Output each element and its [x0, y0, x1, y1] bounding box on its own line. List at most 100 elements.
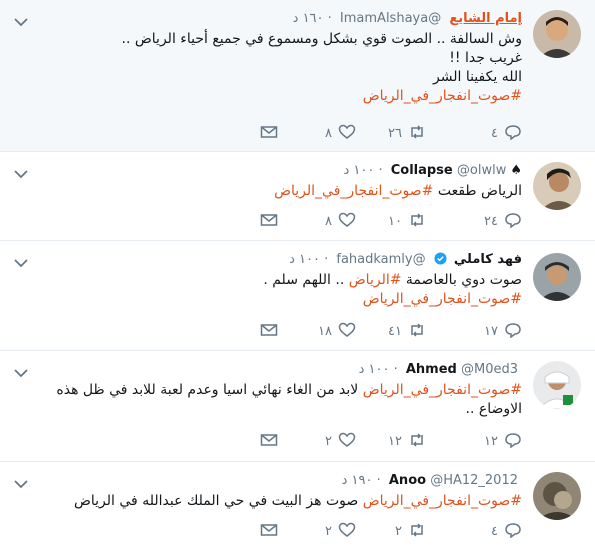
retweet-count: ٤١	[388, 324, 402, 339]
retweet-button[interactable]: ١٠	[388, 212, 426, 232]
like-count: ١٨	[318, 324, 332, 339]
tweet-text: الرياض طقعت #صوت_انفجار_في_الرياض	[274, 183, 522, 199]
retweet-count: ٢	[395, 524, 402, 539]
retweet-count: ١٠	[388, 214, 402, 229]
reply-button[interactable]: ١٢	[484, 432, 522, 452]
avatar[interactable]	[533, 10, 581, 58]
tweet-actions: ١٢ ١٢ ٢	[0, 432, 522, 452]
like-button[interactable]: ٨	[325, 124, 356, 144]
tweet-2[interactable]: ♠Collapse @olwlw · ١٠٠ د الرياض طقعت #صو…	[0, 152, 595, 241]
retweet-button[interactable]: ١٢	[388, 432, 426, 452]
avatar[interactable]	[533, 472, 581, 520]
retweet-count: ١٢	[388, 434, 402, 449]
retweet-button[interactable]: ٤١	[388, 322, 426, 342]
author-handle[interactable]: @HA12_2012	[430, 473, 518, 488]
like-button[interactable]: ٢	[325, 522, 356, 542]
chevron-down-icon[interactable]	[14, 474, 28, 489]
timestamp[interactable]: · ١٩٠ د	[342, 473, 381, 488]
avatar[interactable]	[533, 162, 581, 210]
reply-icon	[505, 323, 521, 339]
chevron-down-icon[interactable]	[14, 363, 28, 378]
spade-icon: ♠	[510, 163, 522, 178]
author-handle[interactable]: @fahadkamly	[336, 252, 425, 267]
reply-button[interactable]: ٢٤	[484, 212, 522, 232]
tweet-1[interactable]: إمام الشايع @ImamAlshaya · ١٦٠ د وش السا…	[0, 0, 595, 152]
author-name[interactable]: فهد كاملي	[454, 252, 522, 267]
direct-message-button[interactable]	[260, 432, 278, 452]
reply-icon	[505, 125, 521, 141]
tweet-text: #صوت_انفجار_في_الرياض لابد من الغاء نهائ…	[56, 382, 522, 417]
author-name[interactable]: Ahmed	[406, 362, 457, 377]
timestamp[interactable]: · ١٠٠ د	[343, 163, 382, 178]
retweet-icon	[411, 125, 423, 139]
tweet-text: وش السالفة .. الصوت قوي بشكل ومسموع في ج…	[121, 31, 522, 104]
reply-button[interactable]: ١٧	[484, 322, 522, 342]
direct-message-button[interactable]	[260, 124, 278, 144]
hashtag-link[interactable]: #صوت_انفجار_في_الرياض	[363, 291, 522, 307]
tweet-4[interactable]: Ahmed @M0ed3 · ١٠٠ د #صوت_انفجار_في_الري…	[0, 351, 595, 462]
like-count: ٨	[325, 126, 332, 141]
reply-icon	[505, 433, 521, 449]
direct-message-button[interactable]	[260, 322, 278, 342]
tweet-actions: ٤ ٢ ٢	[0, 522, 522, 542]
tweet-text: #صوت_انفجار_في_الرياض صوت هز البيت في حي…	[73, 493, 522, 509]
retweet-icon	[411, 523, 423, 537]
retweet-icon	[411, 213, 423, 227]
like-count: ٢	[325, 524, 332, 539]
author-name[interactable]: Anoo	[389, 473, 426, 488]
heart-icon	[338, 522, 356, 537]
reply-count: ٤	[491, 524, 498, 539]
hashtag-link[interactable]: #صوت_انفجار_في_الرياض	[363, 493, 522, 509]
hashtag-link[interactable]: #صوت_انفجار_في_الرياض	[274, 183, 433, 199]
author-handle[interactable]: @ImamAlshaya	[340, 11, 441, 26]
tweet-5[interactable]: Anoo @HA12_2012 · ١٩٠ د #صوت_انفجار_في_ا…	[0, 462, 595, 546]
reply-icon	[505, 523, 521, 539]
reply-button[interactable]: ٤	[491, 124, 522, 144]
chevron-down-icon[interactable]	[14, 164, 28, 179]
retweet-button[interactable]: ٢٦	[388, 124, 426, 144]
tweet-actions: ٢٤ ١٠ ٨	[0, 212, 522, 232]
author-handle[interactable]: @olwlw	[457, 163, 506, 178]
retweet-count: ٢٦	[388, 126, 402, 141]
hashtag-link[interactable]: #الرياض	[349, 272, 402, 288]
heart-icon	[338, 322, 356, 337]
reply-button[interactable]: ٤	[491, 522, 522, 542]
envelope-icon	[260, 434, 278, 446]
avatar[interactable]	[533, 253, 581, 301]
like-button[interactable]: ٢	[325, 432, 356, 452]
like-button[interactable]: ٨	[325, 212, 356, 232]
chevron-down-icon[interactable]	[14, 253, 28, 268]
like-count: ٢	[325, 434, 332, 449]
tweet-3[interactable]: فهد كاملي @fahadkamly · ١٠٠ د صوت دوي با…	[0, 241, 595, 351]
envelope-icon	[260, 214, 278, 226]
like-count: ٨	[325, 214, 332, 229]
heart-icon	[338, 212, 356, 227]
reply-count: ١٧	[484, 324, 498, 339]
reply-count: ٢٤	[484, 214, 498, 229]
author-name[interactable]: إمام الشايع	[449, 11, 522, 26]
timestamp[interactable]: · ١٠٠ د	[289, 252, 328, 267]
verified-badge-icon	[434, 252, 447, 265]
hashtag-link[interactable]: #صوت_انفجار_في_الرياض	[363, 382, 522, 398]
retweet-button[interactable]: ٢	[395, 522, 426, 542]
tweet-text: صوت دوي بالعاصمة #الرياض .. اللهم سلم . …	[263, 272, 522, 307]
envelope-icon	[260, 324, 278, 336]
author-handle[interactable]: @M0ed3	[461, 362, 518, 377]
tweet-actions: ١٧ ٤١ ١٨	[0, 322, 522, 342]
like-button[interactable]: ١٨	[318, 322, 356, 342]
timeline: إمام الشايع @ImamAlshaya · ١٦٠ د وش السا…	[0, 0, 595, 546]
reply-count: ٤	[491, 126, 498, 141]
chevron-down-icon[interactable]	[14, 12, 28, 27]
retweet-icon	[411, 433, 423, 447]
direct-message-button[interactable]	[260, 522, 278, 542]
reply-count: ١٢	[484, 434, 498, 449]
avatar[interactable]	[533, 361, 581, 409]
direct-message-button[interactable]	[260, 212, 278, 232]
heart-icon	[338, 432, 356, 447]
retweet-icon	[411, 323, 423, 337]
envelope-icon	[260, 126, 278, 138]
timestamp[interactable]: · ١٠٠ د	[359, 362, 398, 377]
reply-icon	[505, 213, 521, 229]
hashtag-link[interactable]: #صوت_انفجار_في_الرياض	[363, 88, 522, 104]
timestamp[interactable]: · ١٦٠ د	[293, 11, 332, 26]
